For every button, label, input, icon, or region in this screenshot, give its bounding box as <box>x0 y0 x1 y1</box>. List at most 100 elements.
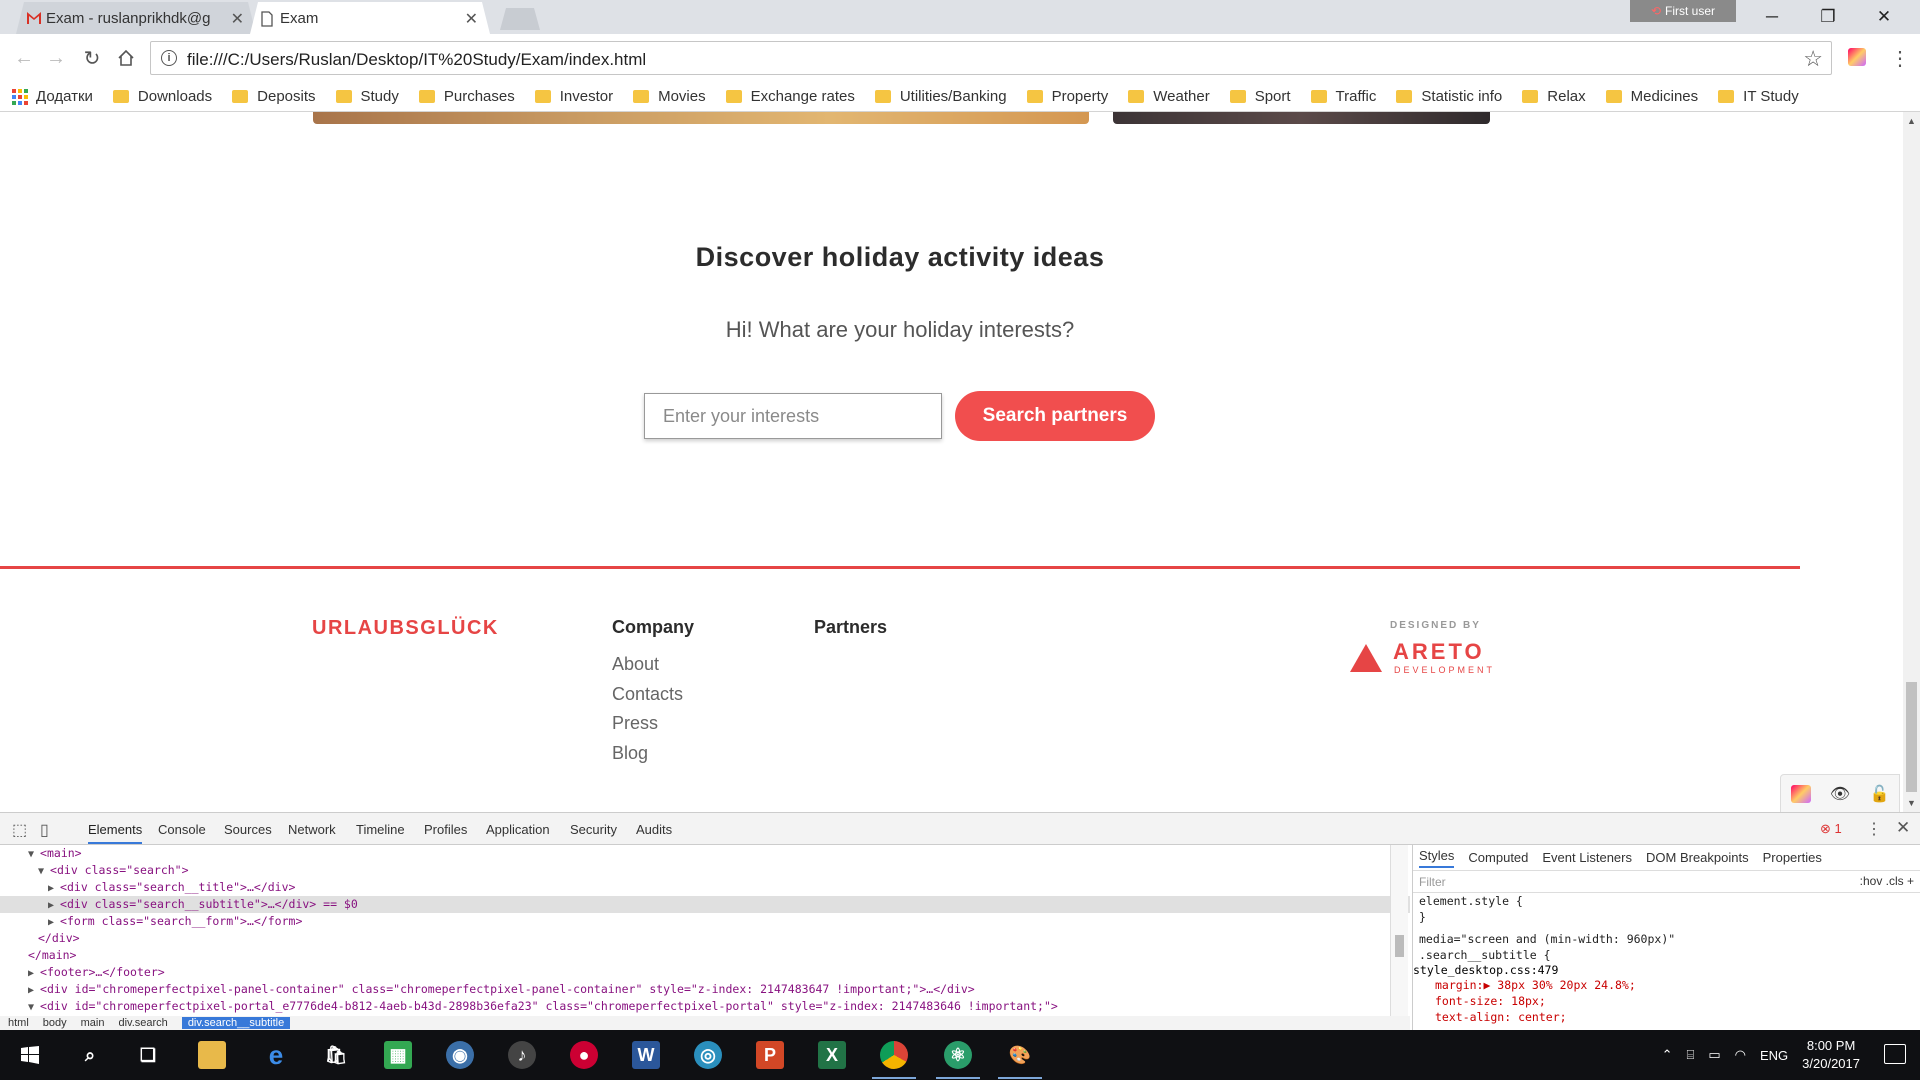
css-selector[interactable]: element.style { <box>1413 893 1920 909</box>
css-selector[interactable]: media="screen and (min-width: 960px)" <box>1413 931 1920 947</box>
scroll-up-icon[interactable]: ▲ <box>1907 116 1916 126</box>
bookmark-folder[interactable]: Movies <box>633 88 706 105</box>
powerpoint-icon[interactable]: P <box>756 1041 784 1069</box>
home-button[interactable] <box>112 44 140 72</box>
footer-link-press[interactable]: Press <box>612 713 658 734</box>
chrome-icon[interactable] <box>872 1041 916 1079</box>
css-selector[interactable]: } <box>1413 909 1920 925</box>
network-icon[interactable]: ⌸ <box>1687 1047 1695 1063</box>
language-indicator[interactable]: ENG <box>1760 1048 1788 1063</box>
caret-down-icon[interactable]: ▼ <box>38 866 50 877</box>
search-partners-button[interactable]: Search partners <box>955 391 1155 441</box>
breadcrumb-item[interactable]: html <box>8 1017 29 1029</box>
styles-tab-computed[interactable]: Computed <box>1468 850 1528 865</box>
forward-button[interactable]: → <box>42 44 70 72</box>
devtools-tab-security[interactable]: Security <box>570 822 617 837</box>
info-icon[interactable]: i <box>161 50 177 66</box>
footer-link-contacts[interactable]: Contacts <box>612 684 683 705</box>
dom-node[interactable]: ▶ <form class="search__form">…</form> <box>0 913 1410 930</box>
bookmark-apps[interactable]: Додатки <box>12 88 93 105</box>
address-url[interactable]: file:///C:/Users/Ruslan/Desktop/IT%20Stu… <box>187 50 646 70</box>
error-count-badge[interactable]: ⊗ 1 <box>1820 821 1842 837</box>
inspect-element-icon[interactable]: ⬚ <box>12 820 27 840</box>
store-icon[interactable]: 🛍 <box>322 1041 350 1069</box>
minimize-button[interactable]: ─ <box>1744 0 1800 34</box>
bookmark-folder[interactable]: Exchange rates <box>725 88 855 105</box>
media-player-icon[interactable]: ● <box>570 1041 598 1069</box>
dom-tree-scrollbar[interactable] <box>1390 845 1408 1017</box>
devtools-tab-console[interactable]: Console <box>158 822 206 837</box>
caret-down-icon[interactable]: ▼ <box>28 1002 40 1013</box>
scroll-down-icon[interactable]: ▼ <box>1907 798 1916 808</box>
reload-button[interactable]: ↻ <box>78 44 106 72</box>
devtools-tab-profiles[interactable]: Profiles <box>424 822 467 837</box>
device-toolbar-icon[interactable]: ▯ <box>40 820 49 840</box>
caret-right-icon[interactable]: ▶ <box>28 985 40 996</box>
browser-menu-icon[interactable]: ⋮ <box>1890 46 1910 71</box>
bookmark-folder[interactable]: Investor <box>534 88 613 105</box>
sheets-icon[interactable]: ▦ <box>384 1041 412 1069</box>
close-icon[interactable]: ✕ <box>231 9 244 29</box>
back-button[interactable]: ← <box>10 44 38 72</box>
bookmark-folder[interactable]: Utilities/Banking <box>874 88 1007 105</box>
windows-start-icon[interactable] <box>16 1041 44 1069</box>
tab-exam[interactable]: Exam ✕ <box>250 2 490 34</box>
css-declaration[interactable]: font-size: 18px; <box>1413 993 1920 1009</box>
breadcrumb-item[interactable]: div.search <box>118 1017 167 1029</box>
dom-node[interactable]: ▶ <footer>…</footer> <box>0 964 1410 981</box>
address-bar[interactable]: i file:///C:/Users/Ruslan/Desktop/IT%20S… <box>150 41 1832 75</box>
app-icon[interactable]: ◉ <box>446 1041 474 1069</box>
css-declaration[interactable]: text-align: center; <box>1413 1009 1920 1025</box>
dom-node[interactable]: ▶ <div class="search__subtitle">…</div> … <box>0 896 1410 913</box>
perfectpixel-icon[interactable] <box>1790 785 1811 803</box>
paint-icon[interactable]: 🎨 <box>998 1041 1042 1079</box>
tab-gmail[interactable]: Exam - ruslanprikhdk@g ✕ <box>16 2 256 34</box>
caret-right-icon[interactable]: ▶ <box>28 968 40 979</box>
filter-input[interactable]: Filter <box>1419 875 1446 889</box>
unlock-icon[interactable]: 🔓 <box>1869 784 1889 804</box>
breadcrumb-item[interactable]: main <box>81 1017 105 1029</box>
task-view-icon[interactable]: ❏ <box>134 1041 162 1069</box>
bookmark-folder[interactable]: Deposits <box>232 88 316 105</box>
bookmark-folder[interactable]: Study <box>335 88 399 105</box>
devtools-tab-elements[interactable]: Elements <box>88 822 143 844</box>
itunes-icon[interactable]: ♪ <box>508 1041 536 1069</box>
caret-right-icon[interactable]: ▶ <box>48 917 60 928</box>
bookmark-folder[interactable]: Downloads <box>112 88 212 105</box>
bookmark-folder[interactable]: IT Study <box>1718 88 1799 105</box>
edge-icon[interactable]: e <box>262 1040 290 1070</box>
battery-icon[interactable]: ▭ <box>1708 1047 1720 1063</box>
caret-right-icon[interactable]: ▶ <box>48 883 60 894</box>
styles-tab-dom-breakpoints[interactable]: DOM Breakpoints <box>1646 850 1749 865</box>
search-icon[interactable]: ⌕ <box>76 1041 104 1069</box>
bookmark-folder[interactable]: Medicines <box>1605 88 1698 105</box>
devtools-tab-timeline[interactable]: Timeline <box>356 822 405 837</box>
scrollbar-thumb[interactable] <box>1906 682 1917 792</box>
bookmark-folder[interactable]: Relax <box>1522 88 1586 105</box>
close-window-button[interactable]: ✕ <box>1856 0 1912 34</box>
dom-node[interactable]: </div> <box>0 930 1410 947</box>
perfectpixel-extension-icon[interactable] <box>1848 48 1866 66</box>
devtools-tab-application[interactable]: Application <box>486 822 550 837</box>
clock[interactable]: 8:00 PM 3/20/2017 <box>1802 1037 1860 1073</box>
footer-logo[interactable]: URLAUBSGLÜCK <box>312 617 499 640</box>
bookmark-folder[interactable]: Purchases <box>418 88 515 105</box>
css-selector[interactable]: .search__subtitle { <box>1413 947 1920 963</box>
devtools-tab-network[interactable]: Network <box>288 822 336 837</box>
bookmark-folder[interactable]: Statistic info <box>1396 88 1502 105</box>
styles-filter[interactable]: Filter :hov .cls + <box>1413 871 1920 893</box>
styles-tab-styles[interactable]: Styles <box>1419 848 1455 868</box>
restore-button[interactable]: ❐ <box>1800 0 1856 34</box>
app-icon[interactable]: ◎ <box>694 1041 722 1069</box>
bookmark-folder[interactable]: Property <box>1026 88 1108 105</box>
bookmark-folder[interactable]: Sport <box>1229 88 1291 105</box>
devtools-tab-audits[interactable]: Audits <box>636 822 672 837</box>
caret-down-icon[interactable]: ▼ <box>28 849 40 860</box>
bookmark-folder[interactable]: Traffic <box>1310 88 1376 105</box>
styles-tab-properties[interactable]: Properties <box>1763 850 1822 865</box>
eye-icon[interactable]: 👁 <box>1830 784 1850 804</box>
areto-logo-name[interactable]: ARETO <box>1393 639 1485 665</box>
filter-toggles[interactable]: :hov .cls + <box>1860 874 1914 888</box>
css-declaration[interactable]: margin:▶ 38px 30% 20px 24.8%; <box>1413 977 1920 993</box>
close-icon[interactable]: ✕ <box>465 9 478 29</box>
